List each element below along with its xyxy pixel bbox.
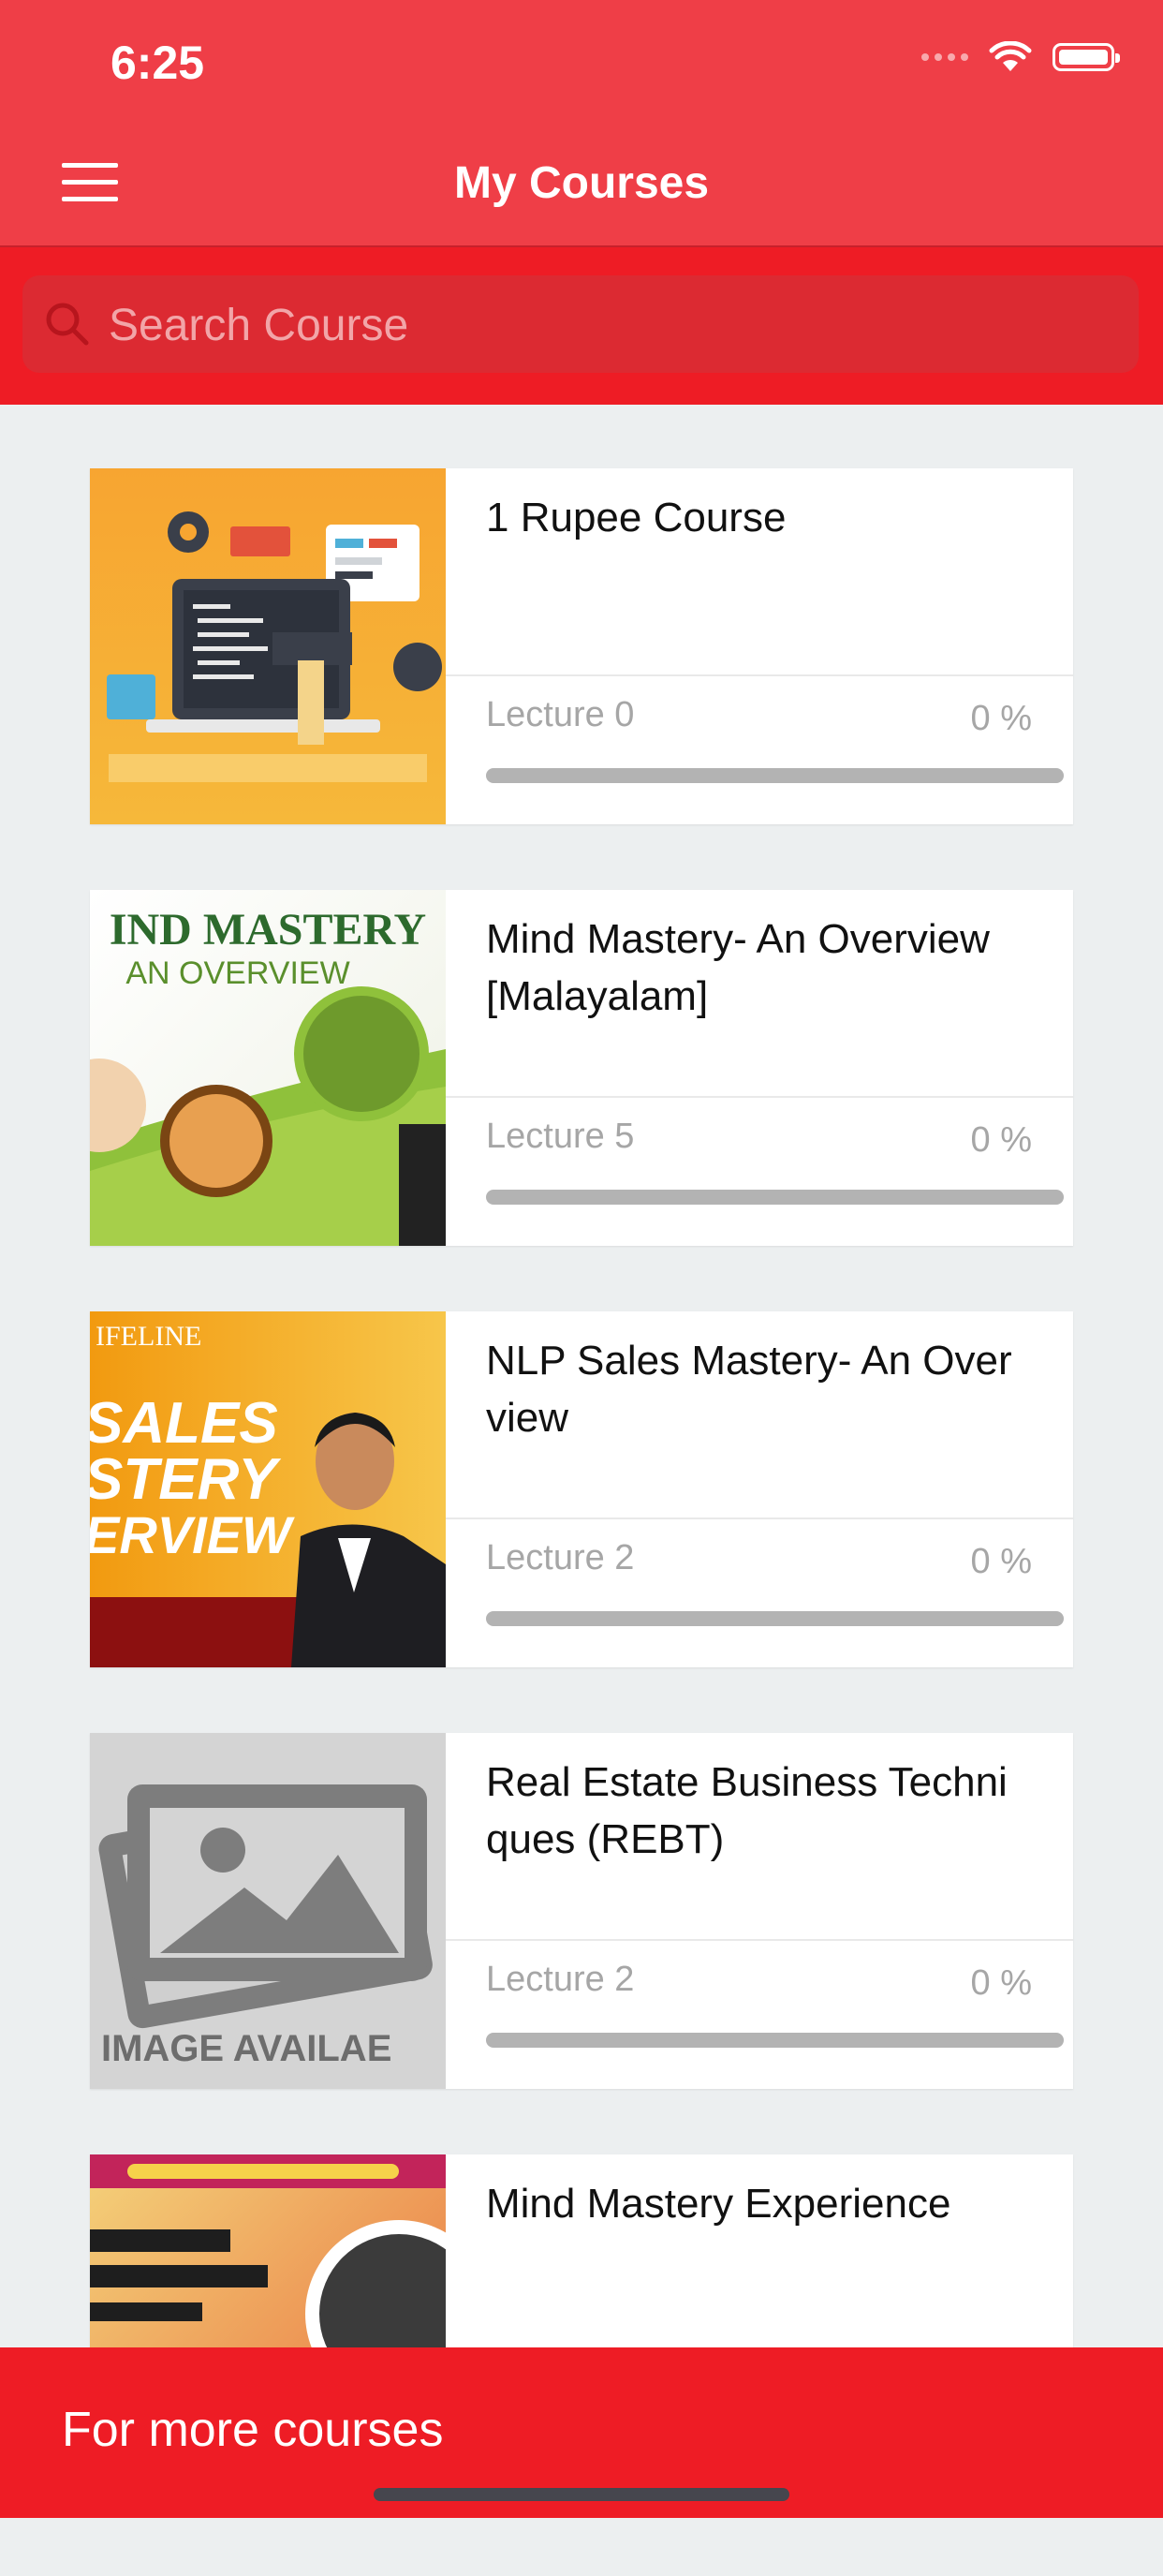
thumbnail-text: ERVIEW	[90, 1505, 295, 1564]
search-input[interactable]	[107, 275, 1122, 375]
cellular-signal-icon	[921, 53, 968, 61]
thumbnail-text: AN OVERVIEW	[125, 955, 349, 991]
progress-percent: 0 %	[970, 699, 1032, 738]
course-thumbnail: IFELINE SALES STERY ERVIEW	[90, 1311, 446, 1667]
course-card[interactable]: IND MASTERY AN OVERVIEW Mind Mastery- An…	[90, 890, 1073, 1246]
thumbnail-text: IFELINE	[96, 1321, 201, 1352]
course-list: 1 Rupee Course Lecture 0 0 % IND MASTERY…	[90, 468, 1073, 2576]
home-indicator	[374, 2488, 789, 2501]
divider	[446, 674, 1073, 676]
status-icons	[921, 41, 1120, 73]
course-card[interactable]: 1 Rupee Course Lecture 0 0 %	[90, 468, 1073, 824]
progress-bar	[486, 1611, 1064, 1626]
wifi-icon	[989, 41, 1032, 71]
course-thumbnail: IMAGE AVAILAE	[90, 1733, 446, 2089]
page-title: My Courses	[453, 158, 710, 208]
course-thumbnail	[90, 468, 446, 824]
progress-percent: 0 %	[970, 1542, 1032, 1581]
course-card[interactable]: IMAGE AVAILAE Real Estate Business Techn…	[90, 1733, 1073, 2089]
course-thumbnail: IND MASTERY AN OVERVIEW	[90, 890, 446, 1246]
battery-icon	[1053, 43, 1120, 71]
lecture-count: Lecture 0	[486, 695, 635, 734]
thumbnail-text: STERY	[90, 1447, 282, 1512]
course-title: 1 Rupee Course	[486, 495, 787, 540]
thumbnail-text: IMAGE AVAILAE	[101, 2028, 391, 2069]
divider	[446, 1096, 1073, 1098]
progress-bar	[486, 1190, 1064, 1205]
divider	[446, 1939, 1073, 1941]
more-courses-label: For more courses	[62, 2403, 444, 2457]
progress-bar	[486, 2033, 1064, 2048]
progress-percent: 0 %	[970, 1120, 1032, 1160]
divider	[446, 1517, 1073, 1519]
course-title: Real Estate Business Techni ques (REBT)	[486, 1759, 1008, 1862]
status-bar: 6:25	[0, 0, 1163, 124]
search-icon	[46, 303, 89, 346]
nav-bar: My Courses	[0, 124, 1163, 247]
search-field[interactable]	[22, 275, 1139, 375]
lecture-count: Lecture 2	[486, 1538, 635, 1577]
status-time: 6:25	[110, 37, 205, 89]
thumbnail-text: SALES	[90, 1391, 278, 1456]
thumbnail-text: IND MASTERY	[110, 905, 426, 955]
course-title: Mind Mastery Experience	[486, 2181, 951, 2227]
search-area	[0, 247, 1163, 405]
progress-bar	[486, 768, 1064, 783]
course-card[interactable]: IFELINE SALES STERY ERVIEW NLP Sales Mas…	[90, 1311, 1073, 1667]
lecture-count: Lecture 2	[486, 1960, 635, 1999]
lecture-count: Lecture 5	[486, 1117, 635, 1156]
course-title: Mind Mastery- An Overview [Malayalam]	[486, 916, 990, 1019]
more-courses-bar[interactable]: For more courses	[0, 2347, 1163, 2518]
progress-percent: 0 %	[970, 1963, 1032, 2003]
course-title: NLP Sales Mastery- An Over view	[486, 1338, 1012, 1441]
